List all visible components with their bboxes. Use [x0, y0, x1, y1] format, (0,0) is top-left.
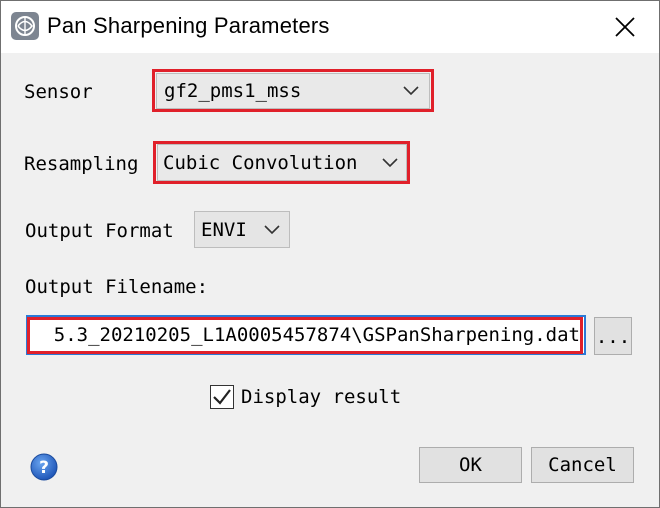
- chevron-down-icon: [403, 86, 419, 96]
- output-filename-label: Output Filename:: [25, 276, 209, 298]
- dialog-title: Pan Sharpening Parameters: [47, 13, 330, 38]
- close-button[interactable]: [603, 9, 647, 45]
- browse-button[interactable]: ...: [594, 317, 632, 355]
- svg-text:?: ?: [39, 458, 49, 478]
- app-logo-icon: [11, 12, 39, 40]
- help-icon[interactable]: ?: [30, 453, 58, 481]
- output-filename-field[interactable]: 5.3_20210205_L1A0005457874\GSPanSharpeni…: [26, 315, 586, 355]
- resampling-label: Resampling: [24, 153, 139, 175]
- chevron-down-icon: [382, 157, 398, 167]
- output-format-value: ENVI: [201, 218, 247, 241]
- ok-button[interactable]: OK: [419, 447, 522, 483]
- display-result-label[interactable]: Display result: [241, 386, 401, 408]
- display-result-checkbox[interactable]: [210, 385, 234, 409]
- cancel-button[interactable]: Cancel: [531, 447, 634, 483]
- sensor-value: gf2_pms1_mss: [164, 80, 302, 102]
- close-icon: [615, 17, 635, 37]
- chevron-down-icon: [264, 224, 280, 234]
- output-format-label: Output Format: [25, 220, 174, 242]
- sensor-label: Sensor: [24, 81, 93, 103]
- sensor-select[interactable]: gf2_pms1_mss: [156, 73, 430, 109]
- pan-sharpening-dialog: Pan Sharpening Parameters Sensor gf2_pms…: [0, 0, 660, 508]
- output-format-select[interactable]: ENVI: [194, 211, 290, 248]
- output-filename-value: 5.3_20210205_L1A0005457874\GSPanSharpeni…: [53, 324, 580, 346]
- checkmark-icon: [213, 389, 231, 405]
- resampling-value: Cubic Convolution: [163, 151, 358, 174]
- title-bar: Pan Sharpening Parameters: [1, 1, 659, 53]
- resampling-select[interactable]: Cubic Convolution: [157, 144, 407, 181]
